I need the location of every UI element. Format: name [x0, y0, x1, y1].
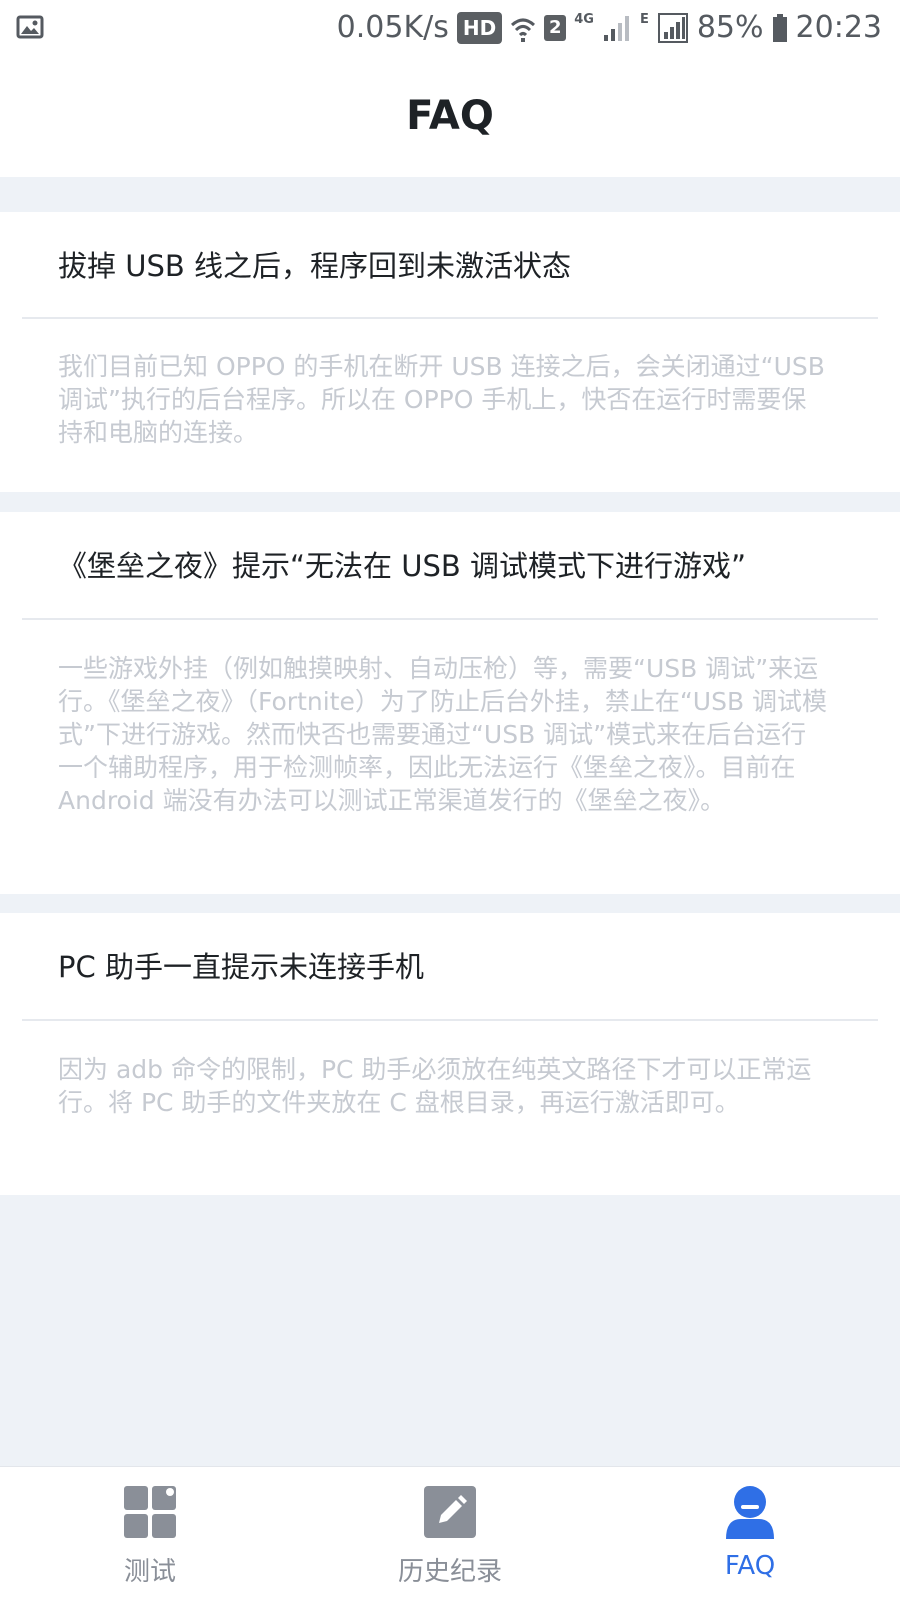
signal-icon [603, 15, 629, 41]
page-header: FAQ [0, 55, 900, 177]
battery-icon [772, 13, 787, 42]
faq-question: 《堡垒之夜》提示“无法在 USB 调试模式下进行游戏” [58, 549, 747, 583]
faq-item: 《堡垒之夜》提示“无法在 USB 调试模式下进行游戏” 一些游戏外挂（例如触摸映… [0, 512, 900, 894]
tab-label: 测试 [123, 1557, 176, 1587]
faq-question: 拔掉 USB 线之后，程序回到未激活状态 [58, 249, 571, 283]
faq-item: 拔掉 USB 线之后，程序回到未激活状态 我们目前已知 OPPO 的手机在断开 … [0, 212, 900, 492]
network-4g-label: 4G [574, 12, 594, 27]
tab-faq[interactable]: FAQ [600, 1467, 900, 1601]
faq-item: PC 助手一直提示未连接手机 因为 adb 命令的限制，PC 助手必须放在纯英文… [0, 913, 900, 1195]
battery-percent: 85% [696, 10, 764, 45]
faq-divider [22, 618, 878, 620]
faq-answer: 因为 adb 命令的限制，PC 助手必须放在纯英文路径下才可以正常运行。将 PC… [58, 1055, 812, 1117]
edit-icon [424, 1486, 476, 1538]
tab-history[interactable]: 历史纪录 [300, 1467, 600, 1601]
tab-label: 历史纪录 [397, 1557, 502, 1587]
signal-icon [657, 12, 688, 43]
faq-divider [22, 317, 878, 319]
faq-answer: 我们目前已知 OPPO 的手机在断开 USB 连接之后，会关闭通过“USB 调试… [58, 352, 825, 447]
network-speed: 0.05K/s [336, 10, 449, 45]
faq-divider [22, 1019, 878, 1021]
hd-badge: HD [456, 11, 503, 44]
grid-icon [124, 1486, 176, 1538]
network-e-label: E [639, 12, 649, 27]
image-icon [16, 15, 44, 39]
faq-answer: 一些游戏外挂（例如触摸映射、自动压枪）等，需要“USB 调试”来运行。《堡垒之夜… [58, 654, 828, 815]
faq-question: PC 助手一直提示未连接手机 [58, 950, 424, 984]
clock: 20:23 [795, 10, 882, 45]
page-title: FAQ [406, 93, 494, 139]
tab-test[interactable]: 测试 [0, 1467, 300, 1601]
wifi-icon [511, 18, 536, 42]
sim-badge: 2 [544, 14, 567, 41]
status-bar: 0.05K/s HD 2 4G E 85% 20:23 [0, 0, 900, 55]
tab-label: FAQ [724, 1551, 776, 1581]
bottom-tab-bar: 测试 历史纪录 FAQ [0, 1466, 900, 1601]
person-icon [726, 1486, 774, 1539]
